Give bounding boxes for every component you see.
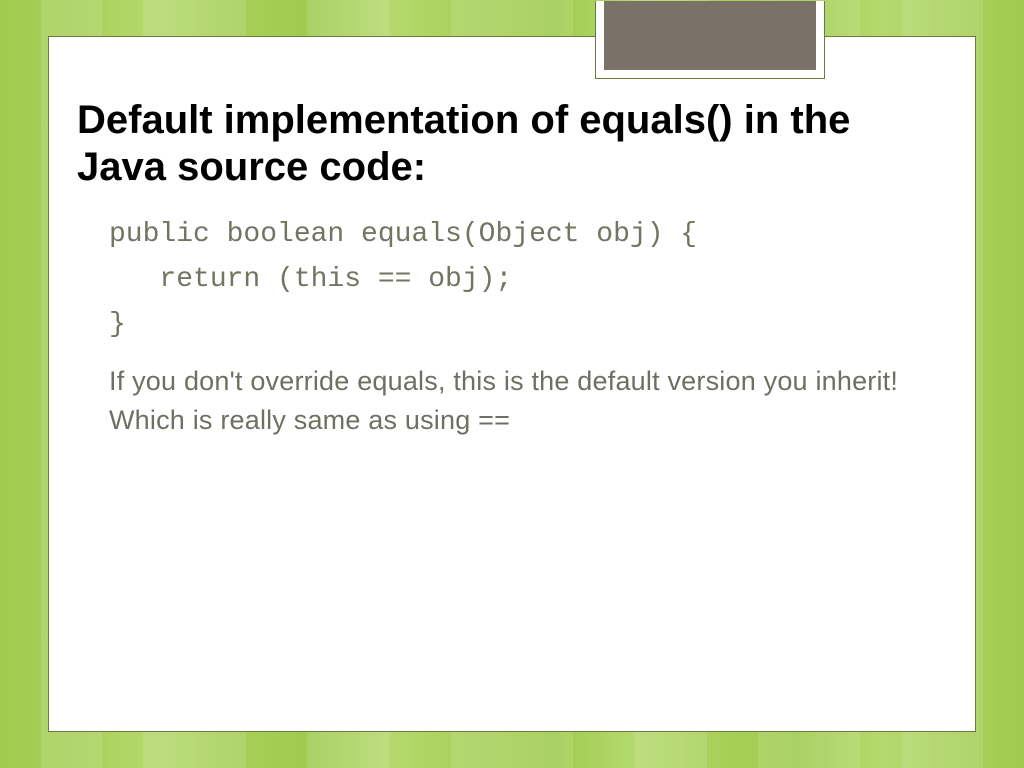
slide-card: Default implementation of equals() in th… (48, 36, 976, 732)
header-tab-fill (604, 1, 816, 70)
slide-title: Default implementation of equals() in th… (77, 97, 947, 191)
code-block: public boolean equals(Object obj) { retu… (109, 213, 935, 347)
explanation-text: If you don't override equals, this is th… (109, 362, 935, 440)
slide-body: public boolean equals(Object obj) { retu… (77, 213, 947, 440)
slide-content: Default implementation of equals() in th… (49, 37, 975, 440)
header-tab-decoration (595, 1, 825, 79)
